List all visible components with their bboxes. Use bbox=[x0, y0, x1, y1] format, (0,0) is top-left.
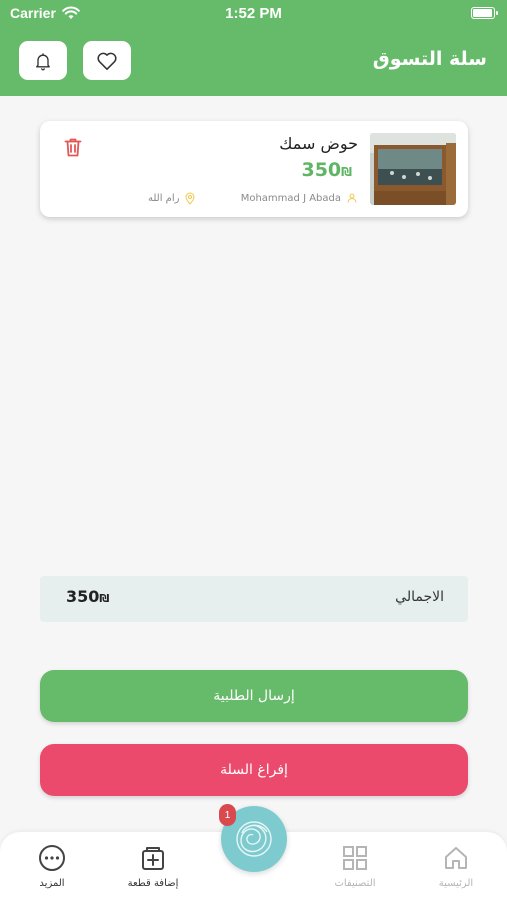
favorites-button[interactable] bbox=[83, 41, 131, 80]
empty-cart-button[interactable]: إفراغ السلة bbox=[40, 744, 468, 796]
tab-categories[interactable]: التصنيفات bbox=[305, 840, 405, 889]
tab-more[interactable]: المزيد bbox=[2, 840, 102, 889]
user-icon bbox=[347, 193, 357, 203]
total-value: 350₪ bbox=[66, 587, 115, 606]
item-name[interactable]: حوض سمك bbox=[279, 134, 358, 153]
heart-icon bbox=[97, 52, 117, 70]
send-order-button[interactable]: إرسال الطلبية bbox=[40, 670, 468, 722]
item-price-row: 350₪ bbox=[301, 159, 358, 181]
tab-home-label: الرئيسية bbox=[438, 878, 474, 889]
tab-add-item[interactable]: إضافة قطعة bbox=[103, 840, 203, 889]
total-currency: ₪ bbox=[99, 592, 110, 605]
total-amount: 350 bbox=[66, 587, 100, 606]
tab-home[interactable]: الرئيسية bbox=[406, 840, 506, 889]
seller-name: Mohammad J Abada bbox=[240, 192, 341, 204]
notifications-button[interactable] bbox=[19, 41, 67, 80]
total-label: الاجمالي bbox=[395, 589, 444, 605]
tab-more-label: المزيد bbox=[39, 878, 65, 889]
clock: 1:52 PM bbox=[225, 5, 282, 22]
page-title: سلة التسوق bbox=[372, 48, 487, 70]
rose-logo-icon bbox=[236, 821, 272, 857]
cart-item-card[interactable]: حوض سمك 350₪ Mohammad J Abada رام الله bbox=[40, 121, 468, 217]
order-total: الاجمالي 350₪ bbox=[40, 576, 468, 622]
item-price: 350 bbox=[301, 159, 342, 181]
grid-icon bbox=[343, 846, 367, 870]
cart-count-badge: 1 bbox=[219, 804, 236, 826]
item-image[interactable] bbox=[370, 133, 456, 205]
location-name: رام الله bbox=[148, 193, 180, 204]
tab-categories-label: التصنيفات bbox=[334, 878, 376, 889]
header: سلة التسوق bbox=[0, 28, 507, 96]
more-icon bbox=[39, 845, 65, 871]
location-pin-icon bbox=[185, 192, 195, 205]
seller-info: Mohammad J Abada bbox=[241, 192, 358, 204]
add-item-icon bbox=[142, 847, 164, 870]
location-info: رام الله bbox=[148, 192, 196, 205]
tab-add-item-label: إضافة قطعة bbox=[127, 878, 179, 889]
status-bar: Carrier 1:52 PM bbox=[0, 0, 507, 28]
bell-icon bbox=[36, 52, 50, 70]
trash-icon bbox=[64, 138, 82, 157]
remove-item-button[interactable] bbox=[64, 137, 82, 161]
home-icon bbox=[445, 847, 467, 869]
battery-icon bbox=[471, 7, 498, 19]
currency-symbol: ₪ bbox=[341, 165, 352, 179]
